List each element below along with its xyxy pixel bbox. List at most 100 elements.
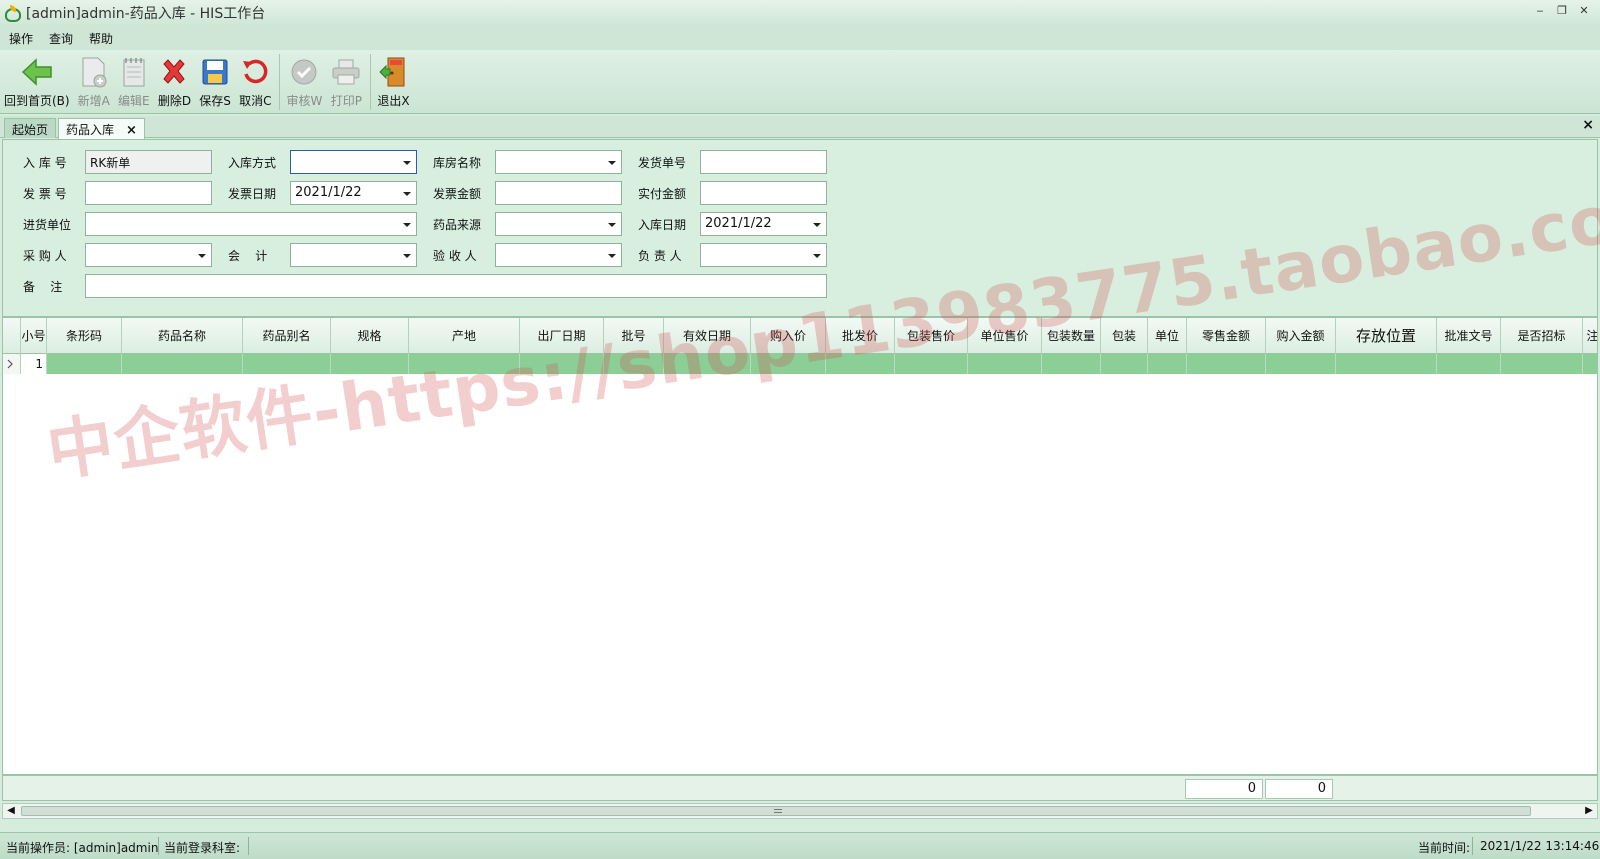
column-header[interactable]: 条形码 bbox=[47, 318, 122, 354]
column-header[interactable]: 药品名称 bbox=[122, 318, 243, 354]
cell-expiry-date[interactable] bbox=[664, 354, 751, 374]
column-header[interactable]: 产地 bbox=[409, 318, 520, 354]
tab-start-page[interactable]: 起始页 bbox=[4, 118, 57, 138]
stock-date-picker[interactable]: 2021/1/22 bbox=[700, 212, 827, 236]
cell-approval-no[interactable] bbox=[1437, 354, 1501, 374]
tab-drug-stock-in[interactable]: 药品入库 × bbox=[58, 118, 145, 139]
column-header[interactable]: 零售金额 bbox=[1187, 318, 1266, 354]
menu-help[interactable]: 帮助 bbox=[84, 30, 118, 47]
row-selector-chevron-icon[interactable] bbox=[3, 354, 21, 374]
menu-query[interactable]: 查询 bbox=[44, 30, 78, 47]
column-header[interactable]: 小号 bbox=[21, 318, 47, 354]
status-separator bbox=[1472, 837, 1473, 855]
column-header[interactable]: 批准文号 bbox=[1437, 318, 1501, 354]
cell-pack-qty[interactable] bbox=[1042, 354, 1101, 374]
scroll-left-icon[interactable]: ◀ bbox=[3, 804, 19, 818]
column-header[interactable]: 包装 bbox=[1101, 318, 1148, 354]
scroll-right-icon[interactable]: ▶ bbox=[1581, 804, 1597, 818]
home-button[interactable]: 回到首页(B) bbox=[4, 50, 70, 109]
app-logo-icon bbox=[4, 5, 21, 22]
cell-spec[interactable] bbox=[331, 354, 409, 374]
cell-drug-alias[interactable] bbox=[243, 354, 331, 374]
column-header[interactable]: 批发价 bbox=[826, 318, 895, 354]
invoice-no-input[interactable] bbox=[85, 181, 212, 205]
column-header[interactable]: 单位 bbox=[1148, 318, 1187, 354]
drug-source-select[interactable] bbox=[495, 212, 622, 236]
audit-button[interactable]: 审核W bbox=[286, 50, 322, 109]
column-header[interactable]: 有效日期 bbox=[664, 318, 751, 354]
column-header[interactable]: 存放位置 bbox=[1336, 318, 1437, 354]
column-header[interactable]: 是否招标 bbox=[1501, 318, 1583, 354]
title-bar: [admin]admin-药品入库 - HIS工作台 ‒ ❐ ✕ bbox=[0, 0, 1600, 26]
cell-purchase-amount[interactable] bbox=[1266, 354, 1336, 374]
minimize-button[interactable]: ‒ bbox=[1532, 4, 1548, 18]
remark-input[interactable] bbox=[85, 274, 827, 298]
tab-bar: 起始页 药品入库 × × bbox=[0, 116, 1600, 139]
new-button[interactable]: 新增A bbox=[78, 50, 110, 109]
cell-storage-location[interactable] bbox=[1336, 354, 1437, 374]
department-status: 当前登录科室: bbox=[164, 841, 241, 855]
cell-retail-amount[interactable] bbox=[1187, 354, 1266, 374]
menu-operate[interactable]: 操作 bbox=[4, 30, 38, 47]
delete-button[interactable]: 删除D bbox=[158, 50, 191, 109]
column-header[interactable]: 规格 bbox=[331, 318, 409, 354]
paid-amount-input[interactable] bbox=[700, 181, 827, 205]
column-header[interactable]: 购入价 bbox=[751, 318, 826, 354]
new-label: 新增A bbox=[77, 94, 110, 108]
cancel-button[interactable]: 取消C bbox=[239, 50, 271, 109]
stock-no-field: RK新单 bbox=[85, 150, 212, 174]
manager-select[interactable] bbox=[700, 243, 827, 267]
accountant-select[interactable] bbox=[290, 243, 417, 267]
column-header[interactable]: 包装数量 bbox=[1042, 318, 1101, 354]
exit-button[interactable]: 退出X bbox=[377, 50, 410, 109]
close-window-button[interactable]: ✕ bbox=[1576, 4, 1592, 18]
column-header[interactable]: 批号 bbox=[604, 318, 664, 354]
column-header[interactable]: 出厂日期 bbox=[520, 318, 604, 354]
invoice-amount-input[interactable] bbox=[495, 181, 622, 205]
cell-purchase-price[interactable] bbox=[751, 354, 826, 374]
tab-close-icon[interactable]: × bbox=[126, 123, 137, 138]
inspector-select[interactable] bbox=[495, 243, 622, 267]
warehouse-select[interactable] bbox=[495, 150, 622, 174]
cell-wholesale-price[interactable] bbox=[826, 354, 895, 374]
column-header[interactable]: 购入金额 bbox=[1266, 318, 1336, 354]
horizontal-scrollbar[interactable]: ◀ ▶ bbox=[2, 803, 1598, 819]
edit-button[interactable]: 编辑E bbox=[118, 50, 150, 109]
column-header[interactable]: 药品别名 bbox=[243, 318, 331, 354]
save-label: 保存S bbox=[199, 94, 231, 108]
undo-circle-icon bbox=[239, 54, 271, 90]
cell-pack[interactable] bbox=[1101, 354, 1148, 374]
scrollbar-thumb[interactable] bbox=[21, 806, 1531, 816]
invoice-date-picker[interactable]: 2021/1/22 bbox=[290, 181, 417, 205]
maximize-button[interactable]: ❐ bbox=[1554, 4, 1570, 18]
buyer-select[interactable] bbox=[85, 243, 212, 267]
cell-batch-no[interactable] bbox=[604, 354, 664, 374]
invoice-amount-label: 发票金额 bbox=[433, 187, 482, 201]
cell-barcode[interactable] bbox=[47, 354, 122, 374]
cell-drug-name[interactable] bbox=[122, 354, 243, 374]
print-button[interactable]: 打印P bbox=[330, 50, 362, 109]
drug-detail-grid[interactable]: 小号 条形码 药品名称 药品别名 规格 产地 出厂日期 批号 有效日期 购入价 … bbox=[2, 317, 1598, 775]
cell-origin[interactable] bbox=[409, 354, 520, 374]
time-label: 当前时间: bbox=[1418, 841, 1471, 855]
warehouse-label: 库房名称 bbox=[433, 156, 482, 170]
inspector-label: 验 收 人 bbox=[433, 249, 477, 263]
cell-pack-price[interactable] bbox=[895, 354, 968, 374]
delete-x-icon bbox=[158, 54, 190, 90]
cell-unit-price[interactable] bbox=[968, 354, 1042, 374]
save-button[interactable]: 保存S bbox=[199, 50, 231, 109]
cell-mfg-date[interactable] bbox=[520, 354, 604, 374]
ship-no-input[interactable] bbox=[700, 150, 827, 174]
cell-is-tender[interactable] bbox=[1501, 354, 1583, 374]
cell-note[interactable] bbox=[1583, 354, 1597, 374]
column-header[interactable]: 注 bbox=[1583, 318, 1597, 354]
stock-mode-select[interactable] bbox=[290, 150, 417, 174]
table-row[interactable]: 1 bbox=[3, 354, 1597, 374]
manager-label: 负 责 人 bbox=[638, 249, 682, 263]
close-all-tabs-icon[interactable]: × bbox=[1582, 117, 1594, 133]
cell-unit[interactable] bbox=[1148, 354, 1187, 374]
column-header[interactable]: 包装售价 bbox=[895, 318, 968, 354]
printer-icon bbox=[330, 54, 362, 90]
supplier-select[interactable] bbox=[85, 212, 417, 236]
column-header[interactable]: 单位售价 bbox=[968, 318, 1042, 354]
